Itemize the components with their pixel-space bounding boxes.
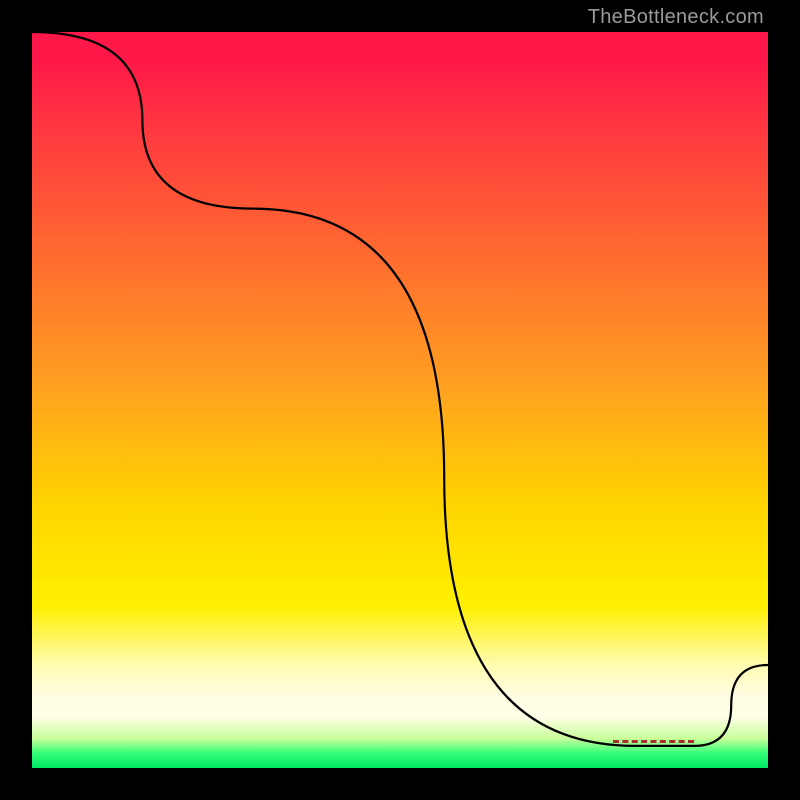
- optimal-range-marker: [613, 740, 694, 743]
- bottleneck-curve: [32, 32, 768, 768]
- plot-area: [32, 32, 768, 768]
- chart-frame: TheBottleneck.com: [0, 0, 800, 800]
- watermark-text: TheBottleneck.com: [588, 6, 764, 29]
